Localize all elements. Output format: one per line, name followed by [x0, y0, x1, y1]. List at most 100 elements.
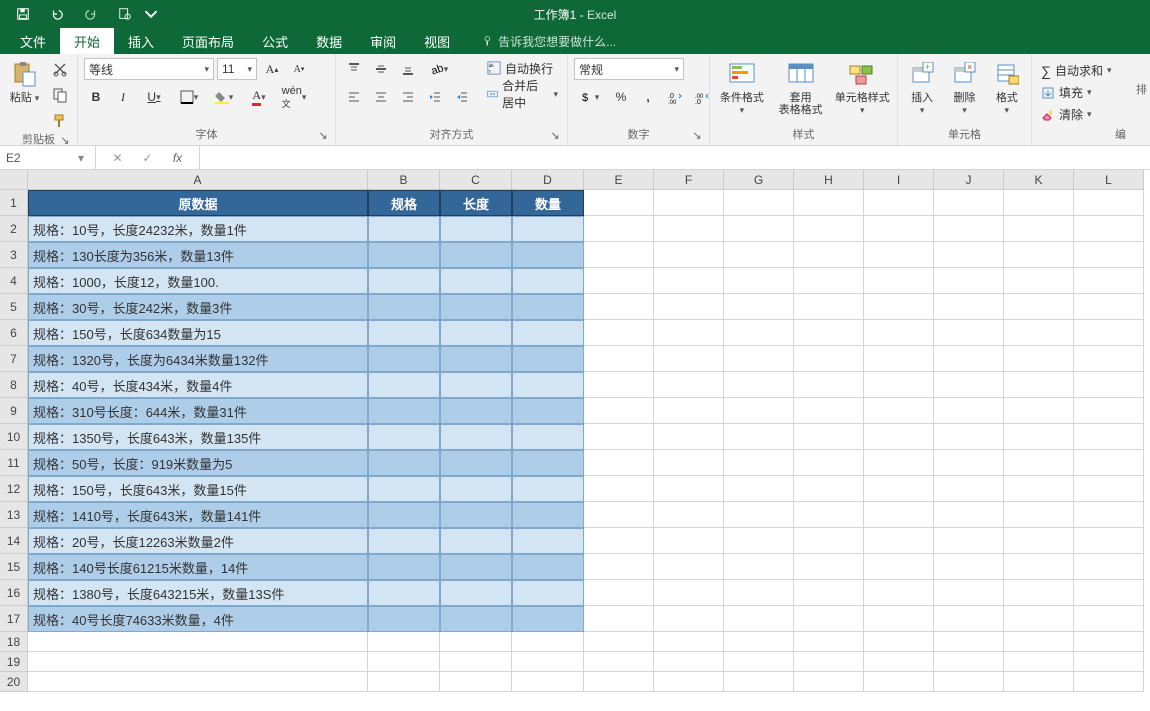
row-header[interactable]: 6 [0, 320, 28, 346]
cell[interactable] [864, 216, 934, 242]
cell[interactable] [1004, 268, 1074, 294]
align-middle-button[interactable] [369, 58, 393, 80]
cell[interactable] [864, 652, 934, 672]
cell[interactable] [724, 398, 794, 424]
cell[interactable] [1004, 450, 1074, 476]
print-preview-button[interactable] [108, 0, 142, 28]
cell[interactable] [368, 476, 440, 502]
accept-formula-button[interactable]: ✓ [138, 151, 158, 165]
cell[interactable] [440, 580, 512, 606]
cell[interactable] [1074, 580, 1144, 606]
cell[interactable] [1074, 652, 1144, 672]
cell[interactable] [440, 554, 512, 580]
cell[interactable] [1074, 216, 1144, 242]
cell[interactable] [934, 502, 1004, 528]
cell[interactable]: 规格：40号长度74633米数量，4件 [28, 606, 368, 632]
cell[interactable] [654, 372, 724, 398]
cell[interactable] [512, 346, 584, 372]
cell[interactable] [794, 528, 864, 554]
cell[interactable] [724, 320, 794, 346]
cell[interactable] [1004, 672, 1074, 692]
accounting-format-button[interactable]: $▾ [574, 86, 606, 108]
cell[interactable] [512, 242, 584, 268]
row-header[interactable]: 16 [0, 580, 28, 606]
cell[interactable] [368, 216, 440, 242]
cell[interactable] [584, 346, 654, 372]
cell[interactable] [1074, 606, 1144, 632]
cell[interactable] [584, 320, 654, 346]
cell[interactable] [1074, 450, 1144, 476]
orientation-button[interactable]: ab▾ [423, 58, 455, 80]
cell[interactable] [440, 606, 512, 632]
font-name-select[interactable]: 等线▾ [84, 58, 214, 80]
row-header[interactable]: 11 [0, 450, 28, 476]
cell[interactable] [794, 652, 864, 672]
column-header[interactable]: K [1004, 170, 1074, 190]
cell[interactable] [1004, 652, 1074, 672]
column-header[interactable]: J [934, 170, 1004, 190]
cell[interactable] [654, 398, 724, 424]
cell[interactable]: 原数据 [28, 190, 368, 216]
column-header[interactable]: C [440, 170, 512, 190]
cell[interactable] [1074, 320, 1144, 346]
cell[interactable] [584, 242, 654, 268]
tab-insert[interactable]: 插入 [114, 28, 168, 54]
cell[interactable] [368, 372, 440, 398]
cell[interactable] [794, 502, 864, 528]
save-button[interactable] [6, 0, 40, 28]
cell-styles-button[interactable]: 单元格样式▾ [833, 58, 891, 116]
cell[interactable] [864, 346, 934, 372]
row-header[interactable]: 10 [0, 424, 28, 450]
cell[interactable] [584, 398, 654, 424]
cell[interactable]: 规格：140号长度61215米数量，14件 [28, 554, 368, 580]
cell[interactable]: 规格：30号，长度242米，数量3件 [28, 294, 368, 320]
cell[interactable] [934, 216, 1004, 242]
cell[interactable] [864, 502, 934, 528]
cell[interactable] [368, 268, 440, 294]
bold-button[interactable]: B [84, 86, 108, 108]
cell[interactable] [440, 268, 512, 294]
cell[interactable] [440, 632, 512, 652]
cell[interactable] [794, 672, 864, 692]
row-header[interactable]: 4 [0, 268, 28, 294]
cell[interactable] [654, 450, 724, 476]
row-header[interactable]: 2 [0, 216, 28, 242]
cell[interactable] [794, 372, 864, 398]
cell[interactable]: 规格：1000，长度12，数量100. [28, 268, 368, 294]
column-header[interactable]: H [794, 170, 864, 190]
tab-data[interactable]: 数据 [302, 28, 356, 54]
spreadsheet-grid[interactable]: ABCDEFGHIJKL 123456789101112131415161718… [0, 170, 1150, 711]
cell[interactable] [654, 672, 724, 692]
cell[interactable] [1074, 672, 1144, 692]
cell[interactable] [934, 320, 1004, 346]
align-bottom-button[interactable] [396, 58, 420, 80]
font-size-select[interactable]: 11▾ [217, 58, 257, 80]
cell[interactable] [864, 398, 934, 424]
cell[interactable] [1004, 216, 1074, 242]
cell[interactable] [1074, 372, 1144, 398]
cell[interactable]: 规格：1350号，长度643米，数量135件 [28, 424, 368, 450]
row-header[interactable]: 12 [0, 476, 28, 502]
cell[interactable] [512, 372, 584, 398]
cell[interactable] [794, 606, 864, 632]
cell[interactable] [1074, 398, 1144, 424]
cell[interactable] [440, 320, 512, 346]
cell[interactable] [584, 216, 654, 242]
border-button[interactable]: ▾ [173, 86, 205, 108]
font-launcher-icon[interactable]: ↘ [317, 128, 329, 140]
font-color-button[interactable]: A▾ [243, 86, 275, 108]
cell[interactable] [368, 320, 440, 346]
cell[interactable] [440, 398, 512, 424]
cell[interactable] [512, 216, 584, 242]
cell[interactable] [864, 450, 934, 476]
cell[interactable] [724, 216, 794, 242]
tab-review[interactable]: 审阅 [356, 28, 410, 54]
row-header[interactable]: 15 [0, 554, 28, 580]
increase-font-button[interactable]: A▴ [260, 58, 284, 80]
cell[interactable] [794, 632, 864, 652]
cell[interactable] [368, 450, 440, 476]
cell[interactable] [724, 652, 794, 672]
column-header[interactable]: E [584, 170, 654, 190]
column-header[interactable]: A [28, 170, 368, 190]
cell[interactable]: 规格：10号，长度24232米，数量1件 [28, 216, 368, 242]
